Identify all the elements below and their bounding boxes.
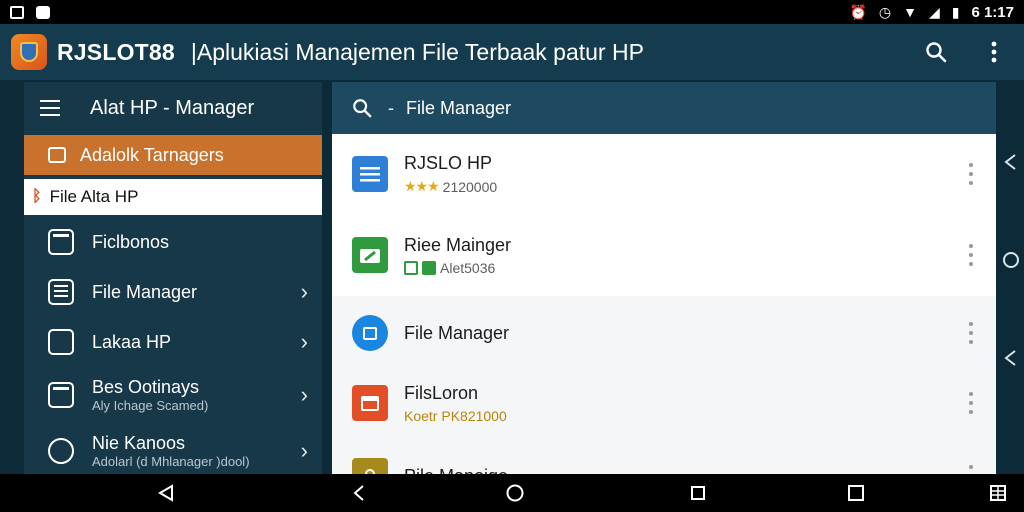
notification-icon xyxy=(10,5,24,19)
more-options-button[interactable] xyxy=(980,38,1008,66)
file-meta: Koetr PK821000 xyxy=(404,407,507,424)
app-icon xyxy=(352,315,388,351)
navigation-drawer: Alat HP - Manager Adalolk Tarnagers ᛒ Fi… xyxy=(24,82,322,474)
menu-icon[interactable] xyxy=(40,100,60,116)
drawer-item-label: Bes Ootinays xyxy=(92,377,200,397)
signal-icon: ◢ xyxy=(928,4,940,20)
document-icon xyxy=(48,229,74,255)
shield-icon xyxy=(20,42,38,62)
back-icon[interactable] xyxy=(1001,152,1021,172)
back-icon[interactable] xyxy=(1001,348,1021,368)
archive-icon xyxy=(352,458,388,474)
folder-icon xyxy=(48,147,66,163)
search-button[interactable] xyxy=(922,38,950,66)
more-vert-icon[interactable] xyxy=(968,465,974,474)
panel-header: - File Manager xyxy=(332,82,996,134)
home-circle-icon xyxy=(506,484,524,502)
chevron-right-icon: › xyxy=(300,438,308,463)
drawer-item-label: File Manager xyxy=(92,281,198,302)
document-icon xyxy=(352,156,388,192)
file-name: File Manager xyxy=(404,322,510,343)
status-time: 6 1:17 xyxy=(971,3,1014,21)
back-button-secondary[interactable] xyxy=(350,483,370,503)
tag-icon xyxy=(422,260,436,275)
app-name: RJSLOT88 xyxy=(57,38,175,65)
file-name: Pile Manoige. xyxy=(404,466,513,475)
chevron-right-icon: › xyxy=(300,279,308,304)
page-title: |Aplukiasi Manajemen File Terbaak patur … xyxy=(190,38,644,65)
alarm-icon: ⏰ xyxy=(849,4,867,20)
overview-button[interactable] xyxy=(846,483,866,503)
system-nav-bar xyxy=(0,474,1024,512)
wifi-icon: ▼ xyxy=(903,4,917,20)
list-item[interactable]: RJSLO HP ★★★ 2120000 xyxy=(332,134,996,214)
recents-button[interactable] xyxy=(688,483,708,503)
list-item[interactable]: FilsLoron Koetr PK821000 xyxy=(332,370,996,436)
file-name: FilsLoron xyxy=(404,382,479,403)
drawer-item-adalolk-tarnagers[interactable]: Adalolk Tarnagers xyxy=(24,135,322,175)
tag-icon xyxy=(404,260,418,275)
drawer-item-label: Nie Kanoos xyxy=(92,433,186,453)
keyboard-button[interactable] xyxy=(988,483,1008,503)
drawer-item-label: Ficlbonos xyxy=(92,231,170,252)
keyboard-icon xyxy=(990,485,1006,501)
app-logo xyxy=(11,34,47,70)
clock-icon: ◷ xyxy=(878,4,892,20)
drawer-item-file-manager[interactable]: File Manager › xyxy=(24,267,322,317)
more-vert-icon xyxy=(991,41,997,63)
list-item[interactable]: Riee Mainger Alet5036 xyxy=(332,214,996,296)
drawer-item-label: File Alta HP xyxy=(49,187,139,206)
more-vert-icon[interactable] xyxy=(968,244,974,266)
home-icon[interactable] xyxy=(1001,250,1021,270)
drawer-title: Alat HP - Manager xyxy=(90,96,255,119)
folder-icon xyxy=(352,237,388,273)
file-name: RJSLO HP xyxy=(404,153,493,173)
square-icon xyxy=(848,485,864,501)
app-bar: RJSLOT88 |Aplukiasi Manajemen File Terba… xyxy=(0,24,1024,80)
edge-nav xyxy=(996,134,1024,474)
drawer-item-lakaa-hp[interactable]: Lakaa HP › xyxy=(24,317,322,367)
file-meta: 2120000 xyxy=(442,178,498,195)
file-name: Riee Mainger xyxy=(404,234,512,255)
status-bar: ⏰ ◷ ▼ ◢ ▮ 6 1:17 xyxy=(0,0,1024,24)
chevron-right-icon: › xyxy=(300,329,308,354)
list-item[interactable]: File Manager xyxy=(332,296,996,370)
drawer-item-ficlbonos[interactable]: Ficlbonos xyxy=(24,217,322,267)
panel-title: File Manager xyxy=(406,97,512,118)
drawer-item-label: Lakaa HP xyxy=(92,331,172,352)
chevron-right-icon: › xyxy=(300,382,308,407)
list-icon xyxy=(48,279,74,305)
drawer-item-bes-ootinays[interactable]: Bes Ootinays Aly Ichage Scamed) › xyxy=(24,367,322,423)
drawer-item-label: Adalolk Tarnagers xyxy=(80,144,224,165)
battery-icon: ▮ xyxy=(951,4,960,20)
android-icon xyxy=(36,5,50,19)
rating-stars: ★★★ xyxy=(404,178,440,194)
more-vert-icon[interactable] xyxy=(968,163,974,185)
more-vert-icon[interactable] xyxy=(968,392,974,414)
file-list: RJSLO HP ★★★ 2120000 Riee Mainger Alet503… xyxy=(332,134,996,474)
drawer-item-file-alta-hp[interactable]: ᛒ File Alta HP xyxy=(24,179,322,215)
file-check-icon xyxy=(48,382,74,408)
drawer-item-sublabel: Adolarl (d Mhlanager )dool) xyxy=(92,454,250,469)
drawer-item-sublabel: Aly Ichage Scamed) xyxy=(92,398,209,413)
drawer-item-nie-kanoos[interactable]: Nie Kanoos Adolarl (d Mhlanager )dool) › xyxy=(24,423,322,474)
chevron-left-icon xyxy=(353,485,364,501)
link-icon: ᛒ xyxy=(32,188,42,205)
separator: - xyxy=(388,97,394,118)
settings-icon xyxy=(48,438,74,464)
terminal-icon xyxy=(48,329,74,355)
file-meta: Alet5036 xyxy=(440,259,496,276)
search-icon[interactable] xyxy=(352,98,372,118)
back-triangle-icon xyxy=(158,484,173,502)
drawer-header: Alat HP - Manager xyxy=(24,82,322,134)
home-button[interactable] xyxy=(505,483,525,503)
calendar-icon xyxy=(352,385,388,421)
back-button[interactable] xyxy=(156,483,176,503)
search-icon xyxy=(926,42,947,63)
list-item[interactable]: Pile Manoige. xyxy=(332,436,996,474)
more-vert-icon[interactable] xyxy=(968,322,974,344)
recents-square-icon xyxy=(691,486,705,500)
